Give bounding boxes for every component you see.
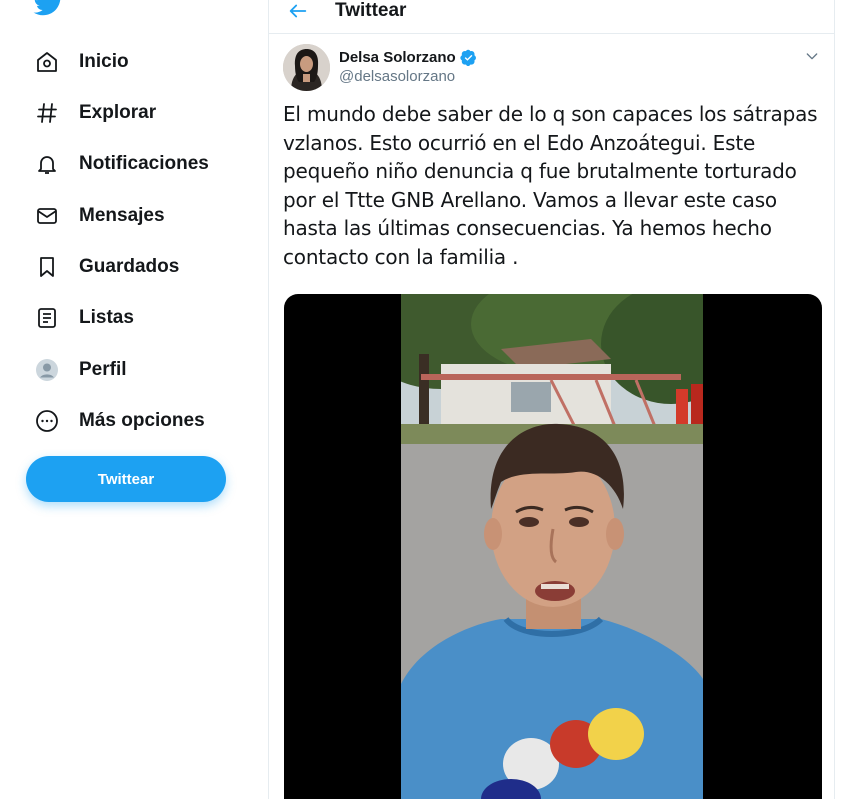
sidebar-item-notificaciones[interactable]: Notificaciones bbox=[34, 149, 209, 179]
sidebar-item-perfil[interactable]: Perfil bbox=[34, 355, 127, 385]
sidebar: Inicio Explorar Notificaciones Mensajes … bbox=[0, 0, 268, 799]
sidebar-item-inicio[interactable]: Inicio bbox=[34, 47, 129, 77]
page-header: Twittear bbox=[269, 0, 834, 34]
author-name[interactable]: Delsa Solorzano bbox=[339, 49, 477, 66]
more-icon bbox=[34, 408, 60, 434]
author-name-text: Delsa Solorzano bbox=[339, 49, 456, 66]
sidebar-item-label: Guardados bbox=[79, 256, 180, 277]
profile-icon bbox=[34, 357, 60, 383]
tweet-button[interactable]: Twittear bbox=[26, 456, 226, 502]
sidebar-item-label: Inicio bbox=[79, 51, 129, 72]
sidebar-item-mensajes[interactable]: Mensajes bbox=[34, 201, 165, 231]
sidebar-item-label: Explorar bbox=[79, 102, 157, 123]
list-icon bbox=[34, 305, 60, 331]
verified-badge-icon bbox=[460, 49, 476, 66]
twitter-bird-icon[interactable] bbox=[32, 0, 66, 18]
sidebar-item-mas-opciones[interactable]: Más opciones bbox=[34, 406, 205, 436]
video-frame bbox=[401, 294, 703, 799]
sidebar-item-guardados[interactable]: Guardados bbox=[34, 252, 179, 282]
sidebar-item-listas[interactable]: Listas bbox=[34, 303, 134, 333]
sidebar-item-label: Listas bbox=[79, 307, 134, 328]
sidebar-item-explorar[interactable]: Explorar bbox=[34, 98, 156, 128]
sidebar-item-label: Mensajes bbox=[79, 205, 165, 226]
sidebar-item-label: Notificaciones bbox=[79, 153, 209, 174]
envelope-icon bbox=[34, 203, 60, 229]
video-thumbnail bbox=[401, 294, 703, 799]
sidebar-item-label: Perfil bbox=[79, 359, 127, 380]
tweet-text: El mundo debe saber de lo q son capaces … bbox=[283, 102, 818, 269]
page-title: Twittear bbox=[335, 0, 407, 21]
main-column: Twittear Delsa Solorzano @delsasolorzano… bbox=[268, 0, 835, 799]
tweet-video[interactable] bbox=[284, 294, 822, 799]
hashtag-icon bbox=[34, 100, 60, 126]
bookmark-icon bbox=[34, 254, 60, 280]
bell-icon bbox=[34, 151, 60, 177]
chevron-down-icon[interactable] bbox=[804, 48, 820, 64]
home-icon bbox=[34, 49, 60, 75]
avatar[interactable] bbox=[283, 44, 330, 91]
back-arrow-icon[interactable] bbox=[287, 0, 309, 22]
author-handle[interactable]: @delsasolorzano bbox=[339, 68, 455, 85]
sidebar-item-label: Más opciones bbox=[79, 410, 205, 431]
